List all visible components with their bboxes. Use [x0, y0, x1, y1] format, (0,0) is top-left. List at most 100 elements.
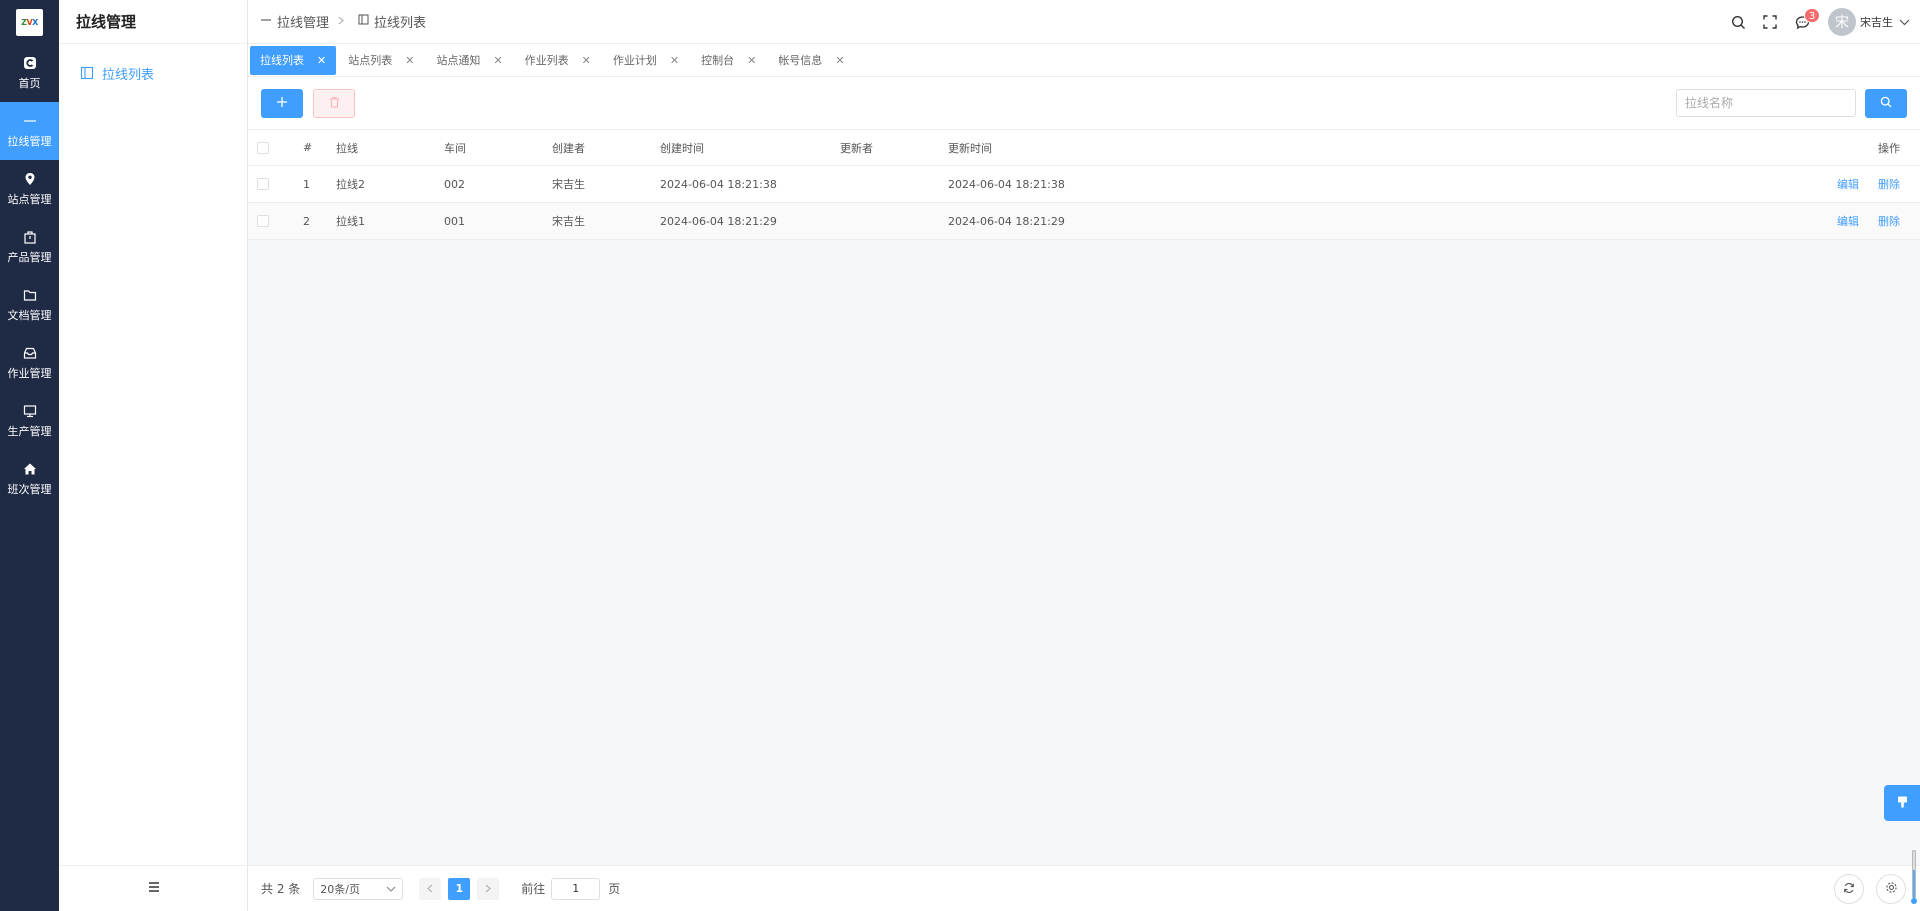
tab-label: 帐号信息: [778, 54, 823, 67]
cell-creator: 宋吉生: [552, 178, 585, 191]
cell-operations: 编辑 删除: [1800, 213, 1920, 229]
breadcrumb-label: 拉线管理: [277, 16, 330, 31]
sub-menu: 拉线管理 拉线列表: [59, 0, 248, 911]
delete-link[interactable]: 删除: [1878, 215, 1900, 228]
list-book-icon: [80, 66, 94, 80]
rail-item-line-management[interactable]: 拉线管理: [0, 102, 59, 160]
header-updater: 更新者: [840, 141, 873, 155]
breadcrumb-item[interactable]: 拉线管理: [261, 12, 329, 31]
edit-link[interactable]: 编辑: [1837, 178, 1859, 191]
search-icon[interactable]: [1722, 6, 1754, 38]
chevron-down-icon: [386, 882, 396, 895]
home-c-icon: [23, 55, 37, 71]
main-nav-rail: ZVX 首页 拉线管理 站点管理 产品管理 文档管理 作业管理 生产管理 班次管…: [0, 0, 59, 911]
cell-operations: 编辑 删除: [1800, 176, 1920, 192]
rail-item-label: 拉线管理: [7, 135, 52, 148]
line-icon: [23, 113, 37, 129]
gear-icon: [1885, 881, 1898, 897]
tab-site-notice[interactable]: 站点通知 ✕: [426, 46, 512, 75]
tab-line-list[interactable]: 拉线列表 ✕: [250, 45, 337, 75]
rail-item-document-management[interactable]: 文档管理: [0, 276, 59, 334]
logo-letter: X: [32, 17, 38, 27]
header-creator: 创建者: [552, 141, 585, 155]
edit-link[interactable]: 编辑: [1837, 215, 1859, 228]
rail-item-label: 班次管理: [7, 483, 52, 496]
tab-job-plan[interactable]: 作业计划 ✕: [603, 46, 689, 75]
rail-item-job-management[interactable]: 作业管理: [0, 334, 59, 392]
folder-icon: [23, 287, 37, 303]
rail-item-home[interactable]: 首页: [0, 44, 59, 102]
row-select-cell: [248, 178, 292, 190]
pagination-total: 共 2 条: [261, 882, 301, 896]
header-actions: 3 宋 宋吉生: [1722, 0, 1910, 44]
app-logo[interactable]: ZVX: [0, 0, 59, 44]
select-all-checkbox[interactable]: [257, 141, 269, 154]
fullscreen-icon[interactable]: [1754, 6, 1786, 38]
close-icon[interactable]: ✕: [747, 54, 756, 67]
table-row: 1 拉线2 002 宋吉生 2024-06-04 18:21:38 2024-0…: [248, 166, 1920, 203]
settings-button[interactable]: [1876, 874, 1906, 904]
pagination: 共 2 条 20条/页 1 前往 页: [248, 865, 1920, 911]
user-menu[interactable]: 宋 宋吉生: [1828, 8, 1910, 36]
row-checkbox[interactable]: [257, 178, 269, 190]
cell-updated-time: 2024-06-04 18:21:38: [948, 177, 1065, 191]
tab-account-info[interactable]: 帐号信息 ✕: [768, 46, 854, 75]
close-icon[interactable]: ✕: [835, 54, 844, 67]
next-page-button[interactable]: [477, 877, 500, 900]
tab-job-list[interactable]: 作业列表 ✕: [515, 46, 601, 75]
tab-site-list[interactable]: 站点列表 ✕: [338, 46, 424, 75]
chevron-left-icon: [427, 882, 433, 896]
breadcrumb-label: 拉线列表: [374, 16, 427, 31]
pager-tools: [1822, 874, 1906, 904]
header-num: #: [303, 141, 313, 154]
header-workshop: 车间: [444, 141, 466, 155]
cell-line: 拉线1: [336, 215, 365, 228]
rail-item-label: 站点管理: [7, 193, 52, 206]
page-number-button[interactable]: 1: [448, 877, 471, 900]
goto-page-input[interactable]: [551, 877, 601, 900]
search-button[interactable]: [1865, 89, 1907, 118]
tab-label: 控制台: [701, 54, 735, 67]
cell-line: 拉线2: [336, 178, 365, 191]
rail-item-site-management[interactable]: 站点管理: [0, 160, 59, 218]
tab-console[interactable]: 控制台 ✕: [691, 46, 766, 75]
refresh-button[interactable]: [1834, 874, 1864, 904]
page-size-select[interactable]: 20条/页: [313, 877, 404, 900]
message-badge: 3: [1804, 8, 1820, 23]
float-tool-button[interactable]: [1884, 785, 1920, 821]
tab-label: 站点通知: [436, 54, 481, 67]
row-select-cell: [248, 215, 292, 227]
select-all-cell: [248, 141, 292, 154]
delete-button[interactable]: [313, 89, 355, 118]
collapse-menu-button[interactable]: [59, 865, 248, 911]
close-icon[interactable]: ✕: [405, 54, 414, 67]
rail-item-shift-management[interactable]: 班次管理: [0, 450, 59, 508]
cell-created-time: 2024-06-04 18:21:29: [660, 214, 777, 228]
close-icon[interactable]: ✕: [493, 54, 502, 67]
page-size-value: 20条/页: [320, 882, 360, 896]
cell-num: 1: [303, 177, 310, 191]
row-checkbox[interactable]: [257, 215, 269, 227]
line-table: # 拉线 车间 创建者 创建时间 更新者 更新时间 操作 1 拉线2 002 宋…: [248, 130, 1920, 240]
rail-item-product-management[interactable]: 产品管理: [0, 218, 59, 276]
close-icon[interactable]: ✕: [582, 54, 591, 67]
prev-page-button[interactable]: [419, 877, 442, 900]
add-button[interactable]: [261, 89, 303, 118]
trash-icon: [329, 96, 340, 111]
submenu-item-line-list[interactable]: 拉线列表: [59, 53, 247, 93]
message-icon[interactable]: 3: [1786, 6, 1820, 38]
close-icon[interactable]: ✕: [317, 54, 326, 67]
chevron-right-icon: [485, 882, 492, 896]
location-pin-icon: [24, 171, 36, 187]
cell-creator: 宋吉生: [552, 215, 585, 228]
tab-label: 作业计划: [612, 54, 657, 67]
scroll-thermometer-icon: [1911, 850, 1917, 904]
tab-label: 拉线列表: [260, 54, 304, 67]
logo-mark: ZVX: [16, 8, 43, 36]
line-name-search-input[interactable]: [1676, 89, 1856, 117]
breadcrumb: 拉线管理 拉线列表: [248, 12, 426, 31]
cell-num: 2: [303, 214, 310, 228]
rail-item-production-management[interactable]: 生产管理: [0, 392, 59, 450]
delete-link[interactable]: 删除: [1878, 178, 1900, 191]
close-icon[interactable]: ✕: [670, 54, 679, 67]
